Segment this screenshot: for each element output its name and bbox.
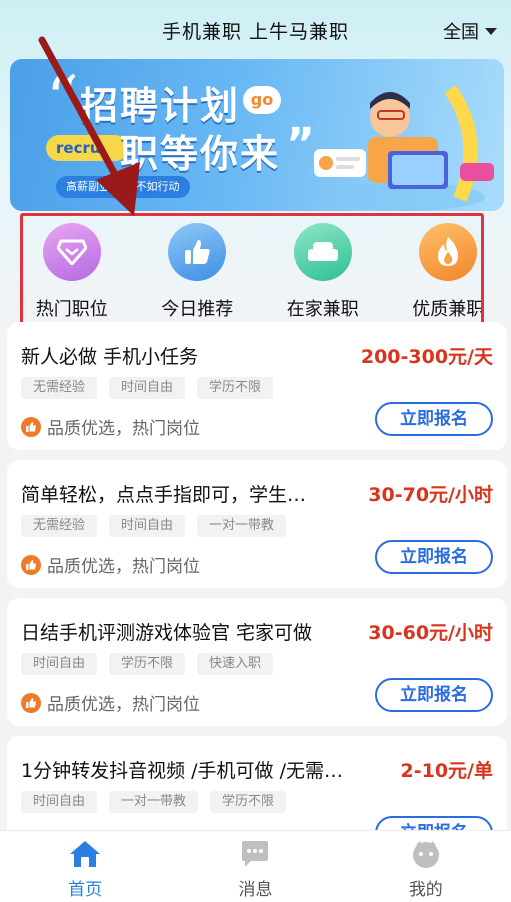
job-tag: 无需经验 bbox=[21, 515, 98, 537]
job-tag: 学历不限 bbox=[197, 377, 274, 399]
message-icon bbox=[242, 841, 269, 867]
job-title: 1分钟转发抖音视频 /手机可做 /无需… bbox=[21, 760, 343, 782]
tab-label: 首页 bbox=[68, 880, 103, 900]
job-title: 新人必做 手机小任务 bbox=[21, 346, 199, 368]
quality-note: 品质优选，热门岗位 bbox=[21, 552, 200, 577]
quality-text: 品质优选，热门岗位 bbox=[47, 557, 200, 577]
job-tag: 时间自由 bbox=[109, 515, 186, 537]
quality-note: 品质优选，热门岗位 bbox=[21, 414, 200, 439]
job-salary: 30-70元/小时 bbox=[368, 484, 493, 506]
job-tag: 学历不限 bbox=[210, 791, 287, 813]
job-card[interactable]: 日结手机评测游戏体验官 宅家可做 30-60元/小时 时间自由 学历不限 快速入… bbox=[7, 598, 507, 726]
job-tags: 时间自由 学历不限 快速入职 bbox=[21, 653, 274, 675]
job-title: 日结手机评测游戏体验官 宅家可做 bbox=[21, 622, 313, 644]
job-card[interactable]: 新人必做 手机小任务 200-300元/天 无需经验 时间自由 学历不限 品质优… bbox=[7, 322, 507, 450]
region-selector[interactable]: 全国 bbox=[443, 18, 497, 44]
tab-home[interactable]: 首页 bbox=[0, 831, 170, 902]
job-tag: 时间自由 bbox=[109, 377, 186, 399]
banner-recruit-tag: recru bbox=[46, 135, 128, 161]
banner-illustration bbox=[314, 84, 494, 211]
job-tag: 快速入职 bbox=[197, 653, 274, 675]
job-salary: 30-60元/小时 bbox=[368, 622, 493, 644]
home-icon bbox=[70, 841, 101, 867]
job-salary: 2-10元/单 bbox=[400, 760, 494, 782]
banner-slogan: 高薪副业 心动不如行动 bbox=[56, 176, 190, 198]
quality-text: 品质优选，热门岗位 bbox=[47, 419, 200, 439]
job-tags: 无需经验 时间自由 一对一带教 bbox=[21, 515, 287, 537]
thumbs-up-icon bbox=[21, 554, 41, 575]
tab-label: 我的 bbox=[408, 880, 443, 900]
banner-quote-open: “ bbox=[46, 63, 79, 137]
job-tag: 时间自由 bbox=[21, 653, 98, 675]
apply-button[interactable]: 立即报名 bbox=[375, 540, 493, 574]
tab-profile[interactable]: 我的 bbox=[341, 831, 511, 902]
job-tag: 时间自由 bbox=[21, 791, 98, 813]
banner-headline-2: 职等你来 bbox=[120, 132, 281, 176]
job-tag: 无需经验 bbox=[21, 377, 98, 399]
job-salary: 200-300元/天 bbox=[360, 346, 493, 368]
thumbs-up-icon bbox=[21, 416, 41, 437]
quality-text: 品质优选，热门岗位 bbox=[47, 695, 200, 715]
job-tag: 一对一带教 bbox=[109, 791, 199, 813]
job-tag: 一对一带教 bbox=[197, 515, 287, 537]
tab-messages[interactable]: 消息 bbox=[170, 831, 340, 902]
header: 手机兼职 上牛马兼职 全国 bbox=[0, 0, 511, 60]
thumbs-up-icon bbox=[21, 692, 41, 713]
tab-label: 消息 bbox=[238, 880, 273, 900]
profile-icon bbox=[412, 841, 439, 868]
bottom-tab-bar: 首页 消息 我的 bbox=[0, 830, 511, 902]
job-tags: 无需经验 时间自由 学历不限 bbox=[21, 377, 274, 399]
job-card[interactable]: 简单轻松，点点手指即可，学生… 30-70元/小时 无需经验 时间自由 一对一带… bbox=[7, 460, 507, 588]
apply-button[interactable]: 立即报名 bbox=[375, 402, 493, 436]
banner-headline-1: 招聘计划 bbox=[80, 84, 241, 128]
highlight-box bbox=[20, 213, 484, 331]
job-tag: 学历不限 bbox=[109, 653, 186, 675]
apply-button[interactable]: 立即报名 bbox=[375, 678, 493, 712]
promo-banner[interactable]: “ 招聘计划 go recru 职等你来 ” 高薪副业 心动不如行动 bbox=[10, 59, 504, 211]
caret-down-icon bbox=[485, 27, 497, 35]
page-title: 手机兼职 上牛马兼职 bbox=[161, 20, 350, 43]
quality-note: 品质优选，热门岗位 bbox=[21, 690, 200, 715]
job-tags: 时间自由 一对一带教 学历不限 bbox=[21, 791, 287, 813]
banner-go-bubble: go bbox=[243, 86, 281, 114]
job-title: 简单轻松，点点手指即可，学生… bbox=[21, 484, 307, 506]
region-label: 全国 bbox=[443, 22, 479, 43]
